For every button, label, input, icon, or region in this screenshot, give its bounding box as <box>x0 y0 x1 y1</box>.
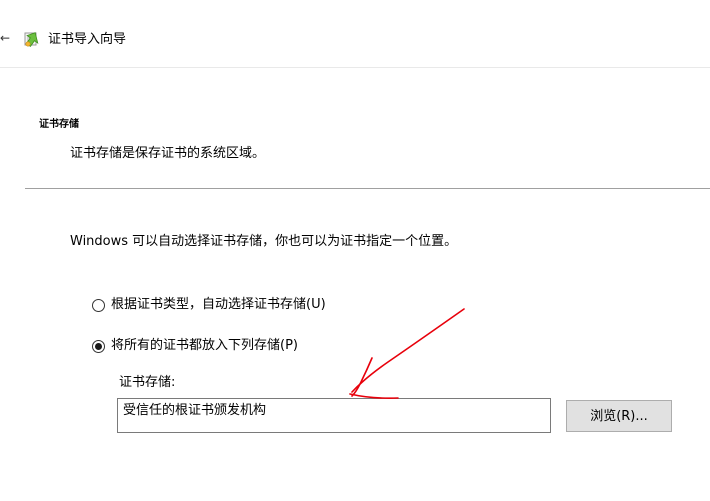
section-title: 证书存储 <box>39 119 79 130</box>
certificate-import-wizard: ← 证书导入向导 证书存储 证书存储是保存证书的系统区域。 Windows 可以… <box>0 0 710 501</box>
header-divider <box>25 188 710 189</box>
radio-auto-select-store[interactable]: 根据证书类型，自动选择证书存储(U) <box>92 296 326 314</box>
intro-text: Windows 可以自动选择证书存储，你也可以为证书指定一个位置。 <box>70 234 458 249</box>
title-bar: ← 证书导入向导 <box>0 0 710 68</box>
back-arrow-icon[interactable]: ← <box>0 32 10 44</box>
radio-place-all-in-store[interactable]: 将所有的证书都放入下列存储(P) <box>92 337 298 355</box>
browse-button[interactable]: 浏览(R)... <box>566 400 672 432</box>
radio-checked-icon[interactable] <box>92 339 105 353</box>
certificate-wizard-icon <box>24 32 39 48</box>
section-description: 证书存储是保存证书的系统区域。 <box>70 146 266 161</box>
radio-auto-select-label[interactable]: 根据证书类型，自动选择证书存储(U) <box>111 296 326 314</box>
certificate-store-label: 证书存储: <box>119 375 176 390</box>
radio-unchecked-icon[interactable] <box>92 298 105 312</box>
certificate-store-field[interactable]: 受信任的根证书颁发机构 <box>117 398 551 433</box>
radio-place-all-label[interactable]: 将所有的证书都放入下列存储(P) <box>111 337 298 355</box>
window-title: 证书导入向导 <box>48 32 127 47</box>
